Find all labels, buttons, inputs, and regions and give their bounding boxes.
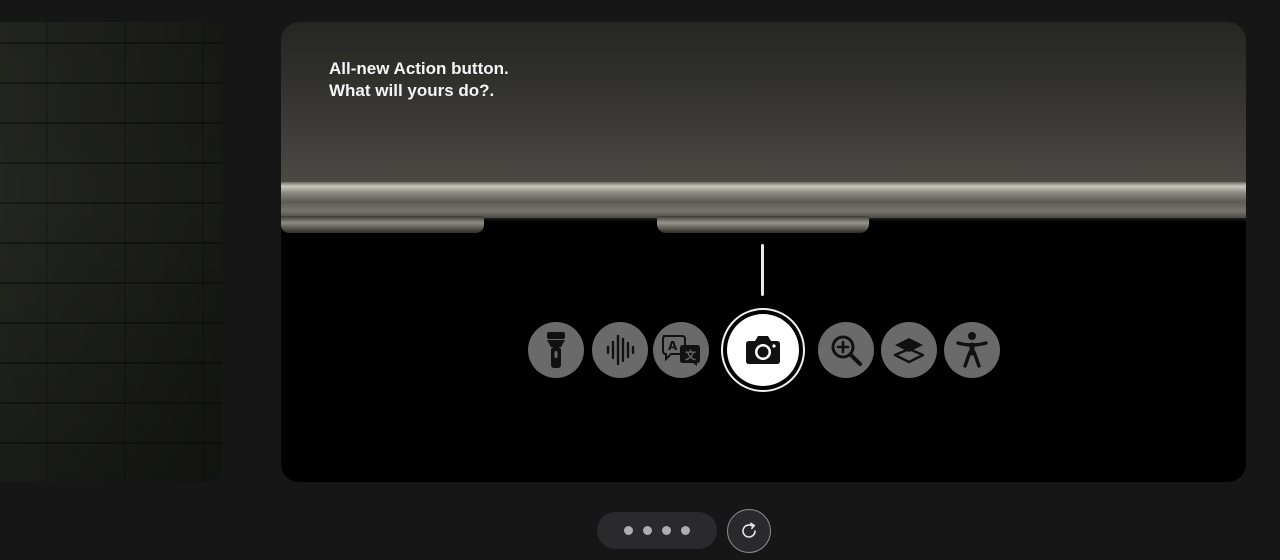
translate-icon: A 文 bbox=[662, 335, 700, 366]
action-flashlight-button[interactable] bbox=[528, 322, 584, 378]
stage: All-new Action button. What will yours d… bbox=[0, 0, 1280, 560]
action-accessibility-button[interactable] bbox=[944, 322, 1000, 378]
pagination-dots bbox=[597, 512, 717, 549]
svg-text:A: A bbox=[668, 339, 678, 353]
action-magnifier-button[interactable] bbox=[818, 322, 874, 378]
action-voice-memo-button[interactable] bbox=[592, 322, 648, 378]
replay-button[interactable] bbox=[727, 509, 771, 553]
pagination-dot-3[interactable] bbox=[662, 526, 671, 535]
previous-slide-shade bbox=[0, 22, 222, 482]
action-focus-button[interactable] bbox=[881, 322, 937, 378]
action-options: A 文 bbox=[281, 22, 1246, 482]
pagination-dot-2[interactable] bbox=[643, 526, 652, 535]
focus-icon bbox=[893, 338, 925, 364]
pagination-dot-4[interactable] bbox=[681, 526, 690, 535]
flashlight-icon bbox=[547, 332, 565, 368]
camera-icon bbox=[746, 336, 780, 364]
replay-icon bbox=[742, 522, 756, 538]
current-slide: All-new Action button. What will yours d… bbox=[281, 22, 1246, 482]
action-translate-button[interactable]: A 文 bbox=[653, 322, 709, 378]
camera-selected-disc bbox=[727, 314, 799, 386]
voice-memo-icon bbox=[606, 334, 635, 366]
svg-text:文: 文 bbox=[685, 348, 697, 362]
previous-slide[interactable] bbox=[0, 22, 222, 482]
accessibility-icon bbox=[956, 332, 988, 368]
pagination-dot-1[interactable] bbox=[624, 526, 633, 535]
magnifier-icon bbox=[831, 335, 862, 366]
action-camera-button[interactable] bbox=[721, 308, 805, 392]
